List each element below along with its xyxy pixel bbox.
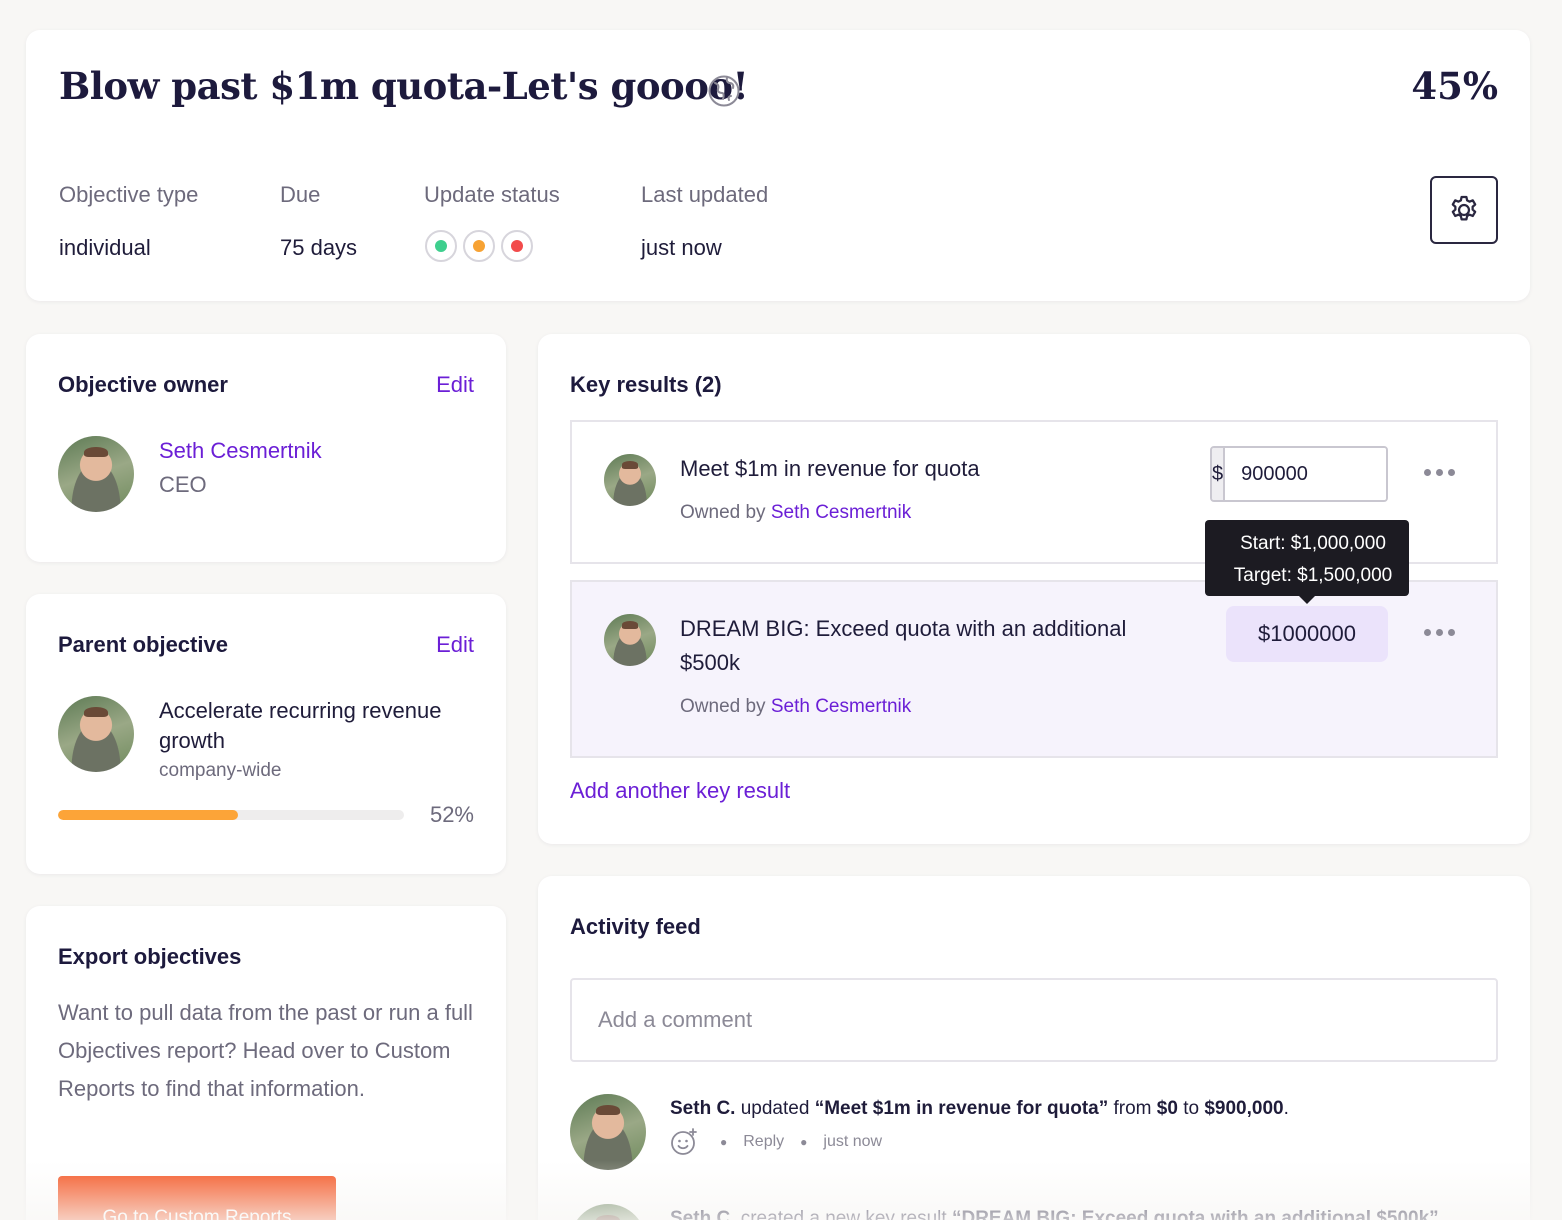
parent-progress-percent: 52%: [429, 802, 474, 827]
update-status-label: Update status: [424, 182, 560, 207]
separator-dot: ●: [720, 1135, 728, 1149]
objective-owner-card: Objective owner Edit Seth Cesmertnik CEO: [26, 334, 506, 562]
activity-verb: updated: [740, 1098, 810, 1119]
objective-header-card: Blow past $1m quota-Let's goooo! 45% Obj…: [26, 30, 1530, 301]
parent-progress-bar: [58, 810, 404, 820]
objective-type-value: individual: [59, 235, 151, 260]
avatar: [58, 436, 134, 512]
avatar: [604, 614, 656, 666]
go-to-custom-reports-button[interactable]: Go to Custom Reports: [58, 1176, 336, 1220]
activity-subject: “DREAM BIG: Exceed quota with an additio…: [951, 1208, 1439, 1220]
export-objectives-heading: Export objectives: [58, 944, 242, 969]
key-result-title[interactable]: Meet $1m in revenue for quota: [680, 452, 980, 486]
status-at-risk-button[interactable]: [463, 230, 495, 262]
avatar: [570, 1094, 646, 1170]
key-result-value-pill[interactable]: $1000000: [1226, 606, 1388, 662]
owned-by-label: Owned by: [680, 502, 766, 523]
tooltip-target: Target: $1,500,000: [1233, 565, 1393, 586]
due-value: 75 days: [280, 235, 358, 260]
key-result-owner: Owned by Seth Cesmertnik: [680, 696, 911, 718]
update-status-options: [425, 230, 533, 262]
activity-subject: “Meet $1m in revenue for quota”: [814, 1098, 1109, 1119]
key-result-owner-link[interactable]: Seth Cesmertnik: [771, 696, 911, 717]
comment-input[interactable]: [570, 978, 1498, 1062]
parent-objective-title[interactable]: Accelerate recurring revenue growth: [159, 696, 479, 756]
key-result-title[interactable]: DREAM BIG: Exceed quota with an addition…: [680, 612, 1170, 680]
key-result-row[interactable]: DREAM BIG: Exceed quota with an addition…: [570, 580, 1498, 758]
activity-verb: created a new key result: [740, 1208, 947, 1220]
activity-to-value: $900,000: [1204, 1098, 1284, 1119]
key-result-value-field: $: [1210, 446, 1388, 502]
tooltip-start: Start: $1,000,000: [1240, 533, 1386, 554]
more-options-icon[interactable]: [1424, 462, 1460, 482]
key-result-owner-link[interactable]: Seth Cesmertnik: [771, 502, 911, 523]
key-result-range-tooltip: Start: $1,000,000 Target: $1,500,000: [1205, 520, 1409, 604]
avatar: [570, 1204, 646, 1220]
objective-progress-percent: 45%: [1411, 64, 1498, 108]
parent-objective-heading: Parent objective: [58, 632, 228, 657]
separator-dot: ●: [800, 1135, 808, 1149]
due-label: Due: [280, 182, 321, 207]
avatar: [58, 696, 134, 772]
activity-from-word: from: [1113, 1098, 1152, 1119]
objective-title: Blow past $1m quota-Let's goooo!: [59, 64, 749, 108]
status-on-track-button[interactable]: [425, 230, 457, 262]
activity-actor: Seth C.: [670, 1098, 736, 1119]
activity-time: just now: [823, 1133, 883, 1150]
activity-to-word: to: [1183, 1098, 1200, 1119]
more-options-icon[interactable]: [1424, 622, 1460, 642]
export-objectives-description: Want to pull data from the past or run a…: [58, 1000, 473, 1101]
parent-objective-scope: company-wide: [159, 760, 282, 781]
key-result-value-input[interactable]: [1225, 448, 1386, 500]
parent-objective-card: Parent objective Edit Accelerate recurri…: [26, 594, 506, 874]
activity-entry-text: Seth C. created a new key result “DREAM …: [670, 1208, 1439, 1220]
owner-name-link[interactable]: Seth Cesmertnik: [159, 438, 322, 464]
activity-entry-meta: ● Reply ● just now: [670, 1128, 882, 1156]
key-results-card: Key results (2) Meet $1m in revenue for …: [538, 334, 1530, 844]
activity-entry-text: Seth C. updated “Meet $1m in revenue for…: [670, 1098, 1289, 1120]
last-updated-label: Last updated: [641, 182, 769, 207]
activity-from-value: $0: [1156, 1098, 1178, 1119]
settings-button[interactable]: [1430, 176, 1498, 244]
edit-parent-link[interactable]: Edit: [436, 632, 474, 658]
owner-role: CEO: [159, 472, 207, 497]
activity-feed-heading: Activity feed: [570, 914, 701, 939]
edit-owner-link[interactable]: Edit: [436, 372, 474, 398]
status-off-track-button[interactable]: [501, 230, 533, 262]
key-results-heading: Key results (2): [570, 372, 722, 397]
parent-progress-fill: [58, 810, 238, 820]
currency-prefix: $: [1212, 448, 1226, 500]
export-objectives-card: Export objectives Want to pull data from…: [26, 906, 506, 1220]
avatar: [604, 454, 656, 506]
add-key-result-link[interactable]: Add another key result: [570, 778, 790, 804]
gear-icon: [1451, 195, 1477, 221]
activity-feed-card: Activity feed Seth C. updated “Meet $1m …: [538, 876, 1530, 1220]
owned-by-label: Owned by: [680, 696, 766, 717]
globe-icon[interactable]: [707, 74, 741, 108]
activity-end: .: [1283, 1098, 1289, 1119]
objective-owner-heading: Objective owner: [58, 372, 228, 397]
last-updated-value: just now: [641, 235, 722, 260]
reply-link[interactable]: Reply: [743, 1133, 784, 1151]
activity-actor: Seth C.: [670, 1208, 736, 1220]
key-result-owner: Owned by Seth Cesmertnik: [680, 502, 911, 524]
add-reaction-icon[interactable]: [670, 1128, 698, 1156]
objective-type-label: Objective type: [59, 182, 199, 207]
